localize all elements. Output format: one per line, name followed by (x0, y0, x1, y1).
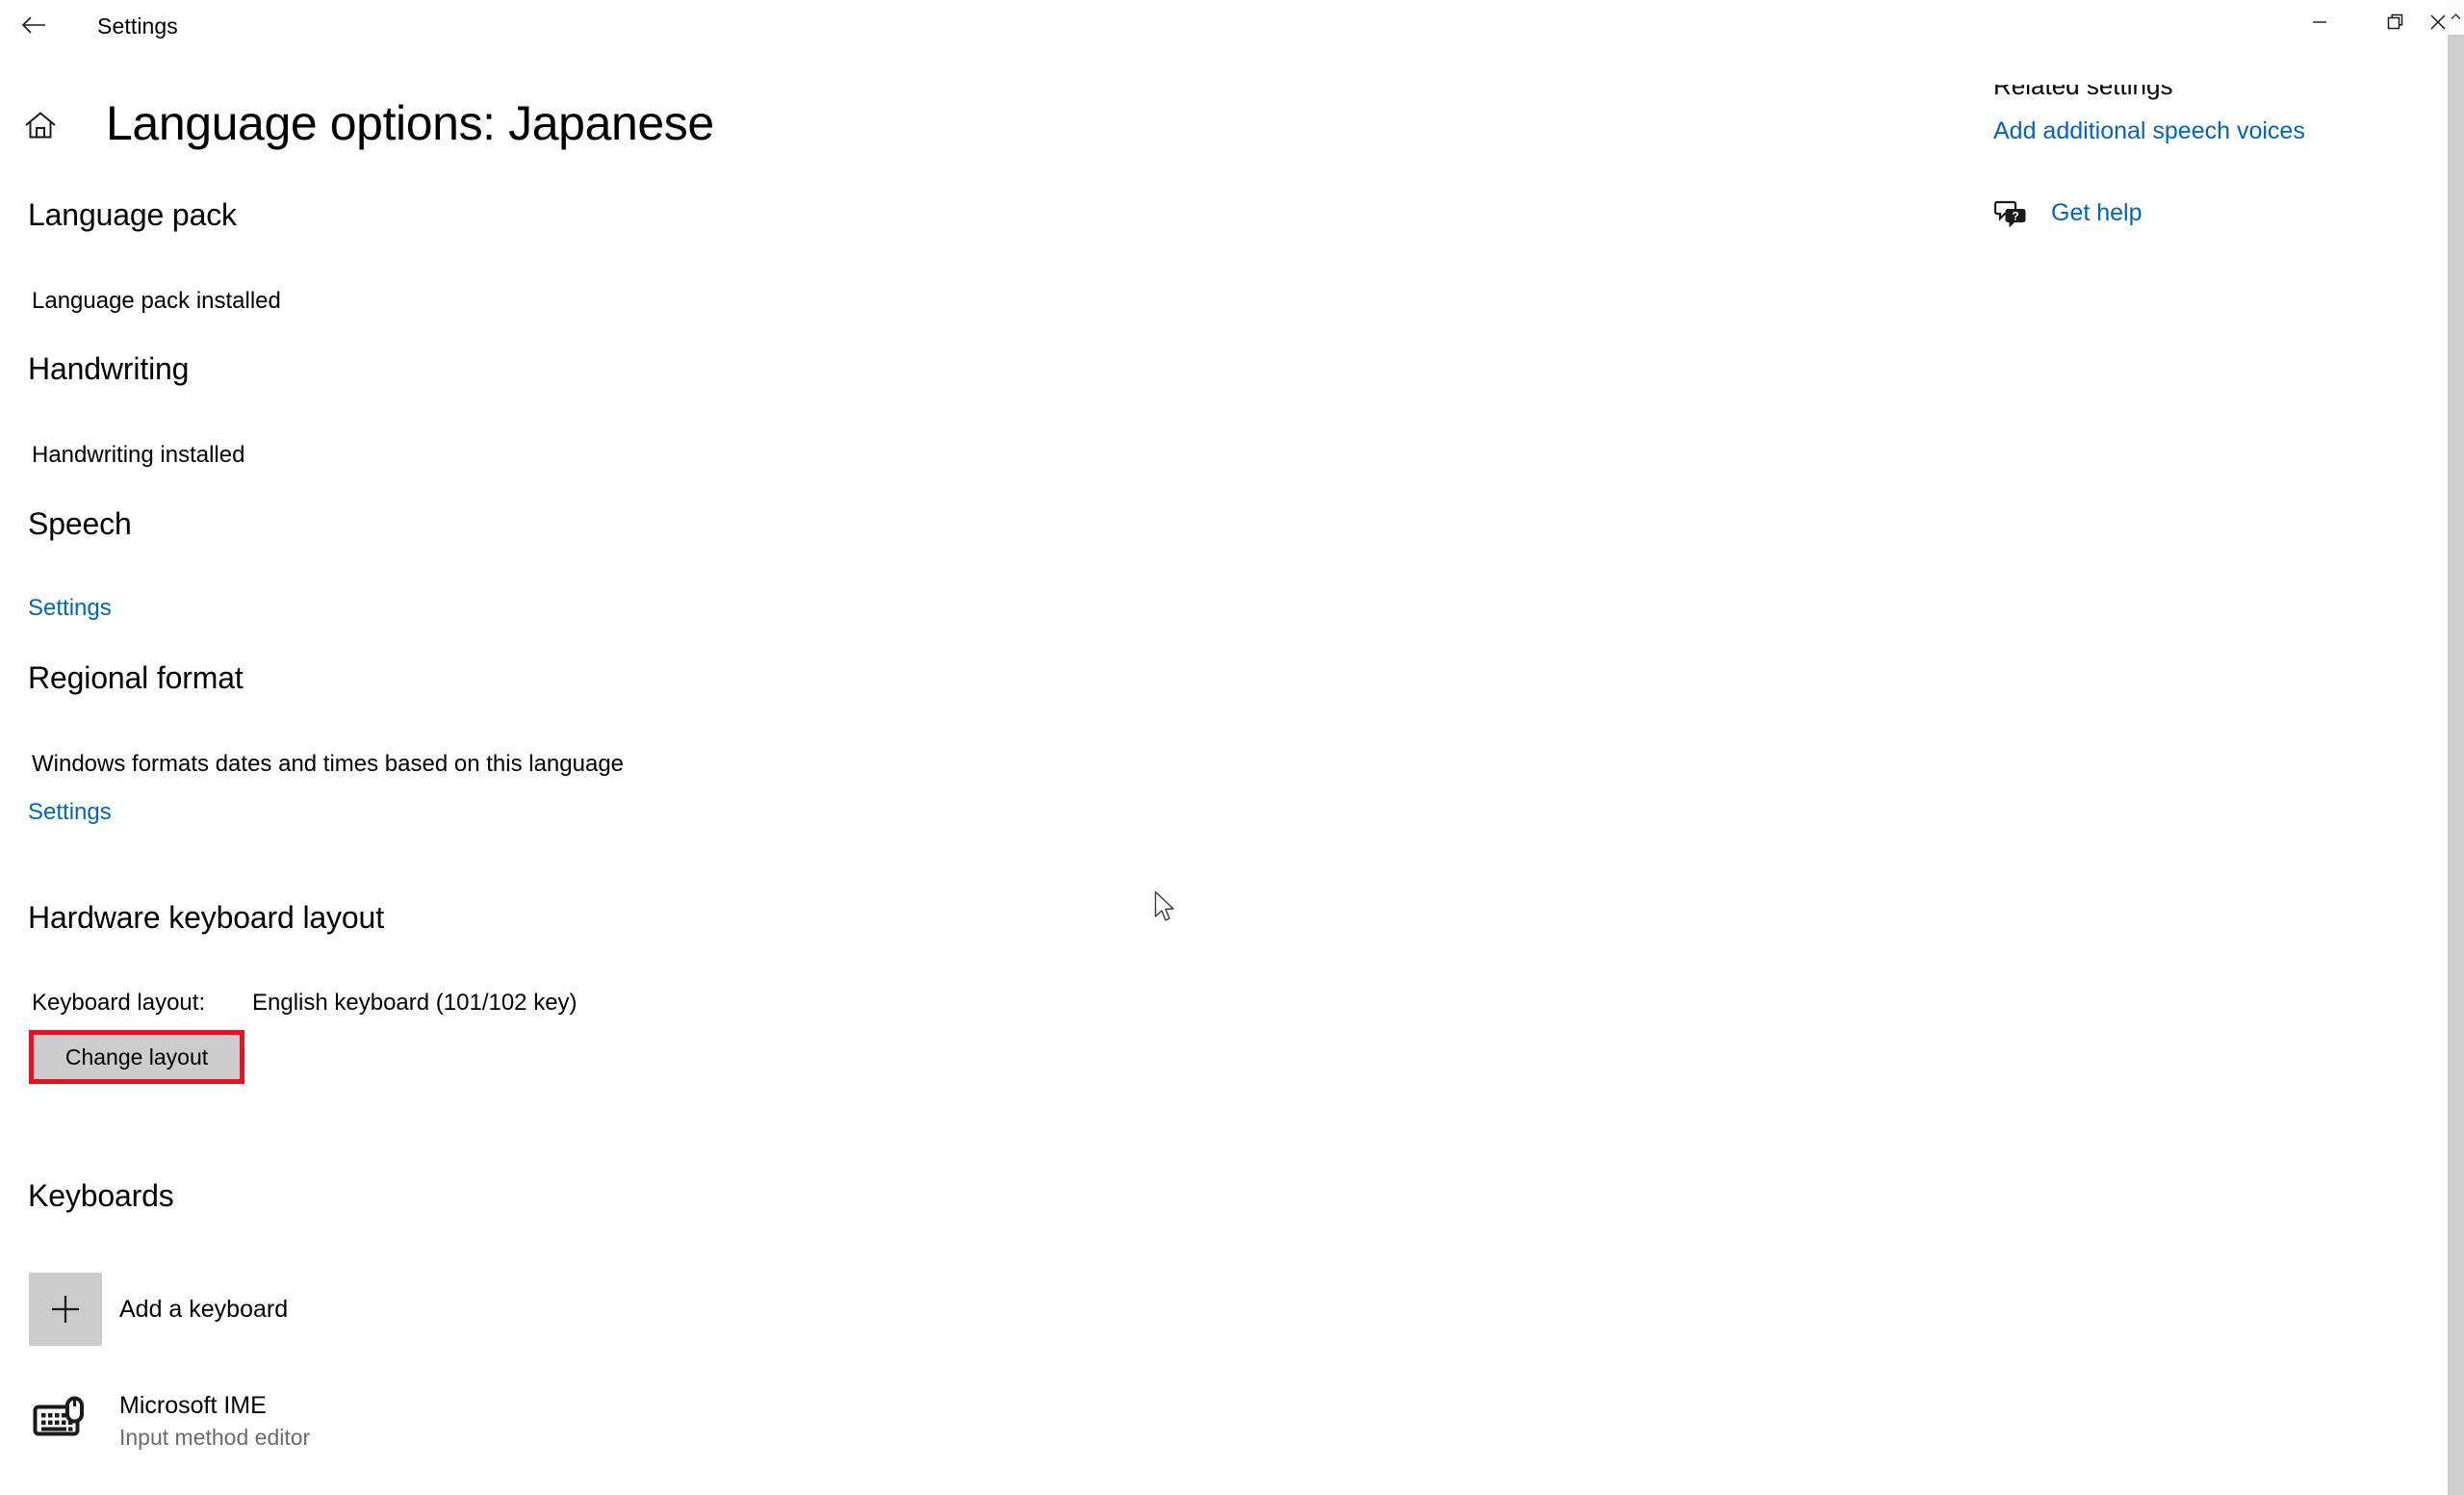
change-layout-button[interactable]: Change layout (34, 1035, 240, 1079)
scroll-up-button[interactable] (2448, 0, 2464, 35)
add-keyboard-row[interactable]: Add a keyboard (29, 1273, 606, 1346)
regional-format-description: Windows formats dates and times based on… (32, 751, 625, 777)
keyboard-item-title: Microsoft IME (119, 1392, 267, 1419)
keyboard-layout-label: Keyboard layout: (32, 990, 206, 1016)
minimize-icon (2308, 11, 2331, 39)
related-settings-heading: Related settings (1993, 85, 2173, 100)
add-keyboard-label: Add a keyboard (119, 1296, 289, 1323)
section-heading-handwriting: Handwriting (28, 351, 190, 386)
minimize-button[interactable] (2281, 0, 2357, 48)
related-settings-rail: Related settings Add additional speech v… (1983, 85, 2435, 1495)
svg-text:?: ? (2012, 210, 2018, 223)
language-pack-status: Language pack installed (32, 288, 281, 314)
chevron-up-icon (2451, 9, 2461, 26)
vertical-scrollbar[interactable] (2448, 0, 2464, 1495)
regional-format-settings-link[interactable]: Settings (28, 797, 112, 828)
add-speech-voices-link[interactable]: Add additional speech voices (1993, 116, 2305, 146)
section-heading-hardware-keyboard-layout: Hardware keyboard layout (28, 900, 384, 935)
scrollbar-thumb[interactable] (2448, 35, 2464, 1495)
settings-content: Language pack Language pack installed Ha… (0, 0, 1973, 1495)
get-help-label: Get help (2051, 199, 2143, 226)
restore-icon (2384, 11, 2407, 39)
keyboard-layout-value: English keyboard (101/102 key) (252, 990, 578, 1016)
handwriting-status: Handwriting installed (32, 442, 245, 468)
section-heading-regional-format: Regional format (28, 660, 244, 695)
speech-settings-link[interactable]: Settings (28, 593, 112, 624)
list-item[interactable]: Microsoft IME Input method editor (29, 1384, 606, 1457)
section-heading-speech: Speech (28, 506, 132, 541)
section-heading-language-pack: Language pack (28, 197, 237, 232)
section-heading-keyboards: Keyboards (28, 1178, 174, 1213)
keyboard-ime-icon (31, 1392, 90, 1448)
help-chat-icon: ? (1992, 197, 2031, 232)
close-icon (2426, 11, 2450, 39)
get-help-link[interactable]: ? Get help (1983, 195, 2291, 236)
keyboard-item-subtitle: Input method editor (119, 1425, 311, 1450)
plus-icon (29, 1273, 102, 1346)
